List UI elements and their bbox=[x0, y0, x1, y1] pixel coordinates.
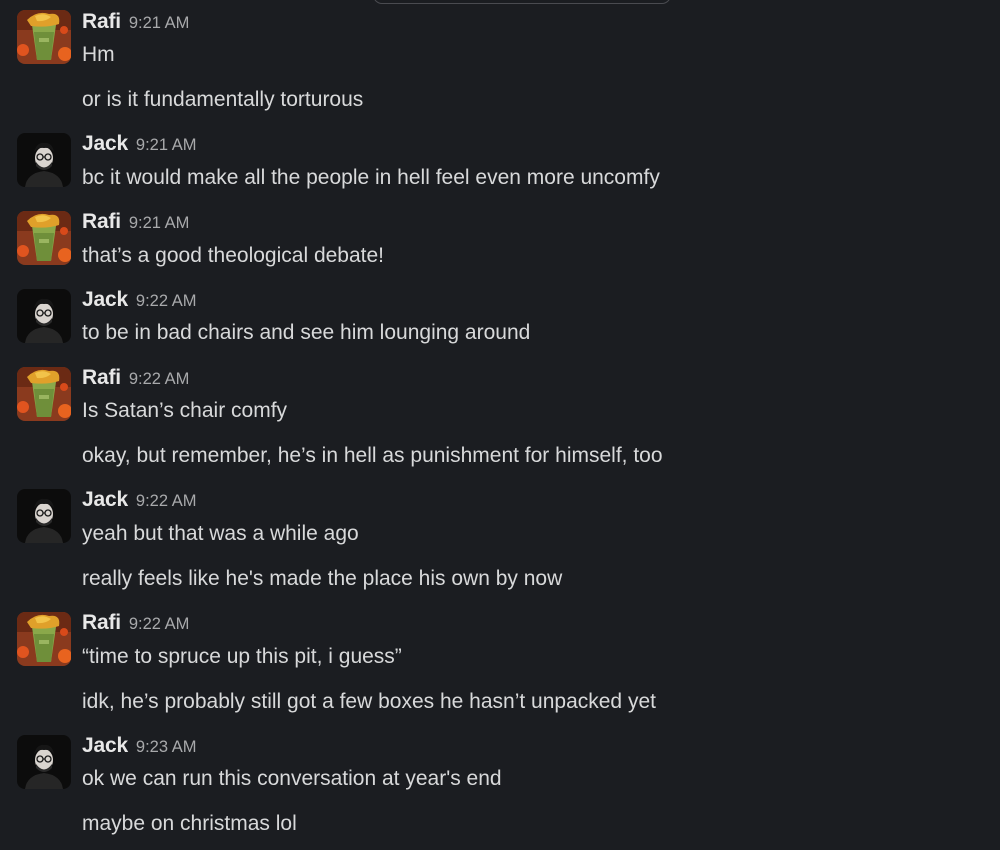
timestamp[interactable]: 9:22 AM bbox=[129, 615, 190, 633]
message-header: Jack 9:22 AM bbox=[82, 487, 196, 513]
message-text: or is it fundamentally torturous bbox=[82, 88, 364, 111]
author-name[interactable]: Rafi bbox=[82, 366, 121, 389]
message-text: okay, but remember, he’s in hell as puni… bbox=[82, 444, 663, 467]
jack-avatar[interactable] bbox=[17, 133, 71, 187]
timestamp[interactable]: 9:21 AM bbox=[129, 214, 190, 232]
message-header: Rafi 9:22 AM bbox=[82, 365, 189, 391]
message-text: to be in bad chairs and see him lounging… bbox=[82, 321, 531, 344]
jack-avatar[interactable] bbox=[17, 735, 71, 789]
message-header: Jack 9:21 AM bbox=[82, 131, 196, 157]
jack-avatar[interactable] bbox=[17, 289, 71, 343]
timestamp[interactable]: 9:22 AM bbox=[129, 370, 190, 388]
rafi-avatar[interactable] bbox=[17, 211, 71, 265]
author-name[interactable]: Jack bbox=[82, 288, 128, 311]
author-name[interactable]: Jack bbox=[82, 132, 128, 155]
author-name[interactable]: Jack bbox=[82, 488, 128, 511]
rafi-avatar[interactable] bbox=[17, 367, 71, 421]
message-text: “time to spruce up this pit, i guess” bbox=[82, 645, 402, 668]
message-text: maybe on christmas lol bbox=[82, 812, 297, 835]
message-header: Rafi 9:22 AM bbox=[82, 610, 189, 636]
message-header: Jack 9:23 AM bbox=[82, 733, 196, 759]
message-text: yeah but that was a while ago bbox=[82, 522, 359, 545]
timestamp[interactable]: 9:23 AM bbox=[136, 738, 197, 756]
message-text: Is Satan’s chair comfy bbox=[82, 399, 288, 422]
message-text: really feels like he's made the place hi… bbox=[82, 567, 563, 590]
message-header: Rafi 9:21 AM bbox=[82, 209, 189, 235]
message-text: ok we can run this conversation at year'… bbox=[82, 767, 502, 790]
timestamp[interactable]: 9:21 AM bbox=[129, 14, 190, 32]
author-name[interactable]: Rafi bbox=[82, 611, 121, 634]
author-name[interactable]: Rafi bbox=[82, 210, 121, 233]
jack-avatar[interactable] bbox=[17, 489, 71, 543]
timestamp[interactable]: 9:22 AM bbox=[136, 292, 197, 310]
message-text: Hm bbox=[82, 43, 115, 66]
author-name[interactable]: Jack bbox=[82, 734, 128, 757]
message-header: Rafi 9:21 AM bbox=[82, 9, 189, 35]
timestamp[interactable]: 9:22 AM bbox=[136, 492, 197, 510]
rafi-avatar[interactable] bbox=[17, 10, 71, 64]
message-text: idk, he’s probably still got a few boxes… bbox=[82, 690, 656, 713]
author-name[interactable]: Rafi bbox=[82, 10, 121, 33]
scroll-indicator-pill[interactable] bbox=[373, 0, 671, 4]
timestamp[interactable]: 9:21 AM bbox=[136, 136, 197, 154]
rafi-avatar[interactable] bbox=[17, 612, 71, 666]
message-header: Jack 9:22 AM bbox=[82, 287, 196, 313]
message-text: bc it would make all the people in hell … bbox=[82, 166, 660, 189]
message-text: that’s a good theological debate! bbox=[82, 244, 385, 267]
